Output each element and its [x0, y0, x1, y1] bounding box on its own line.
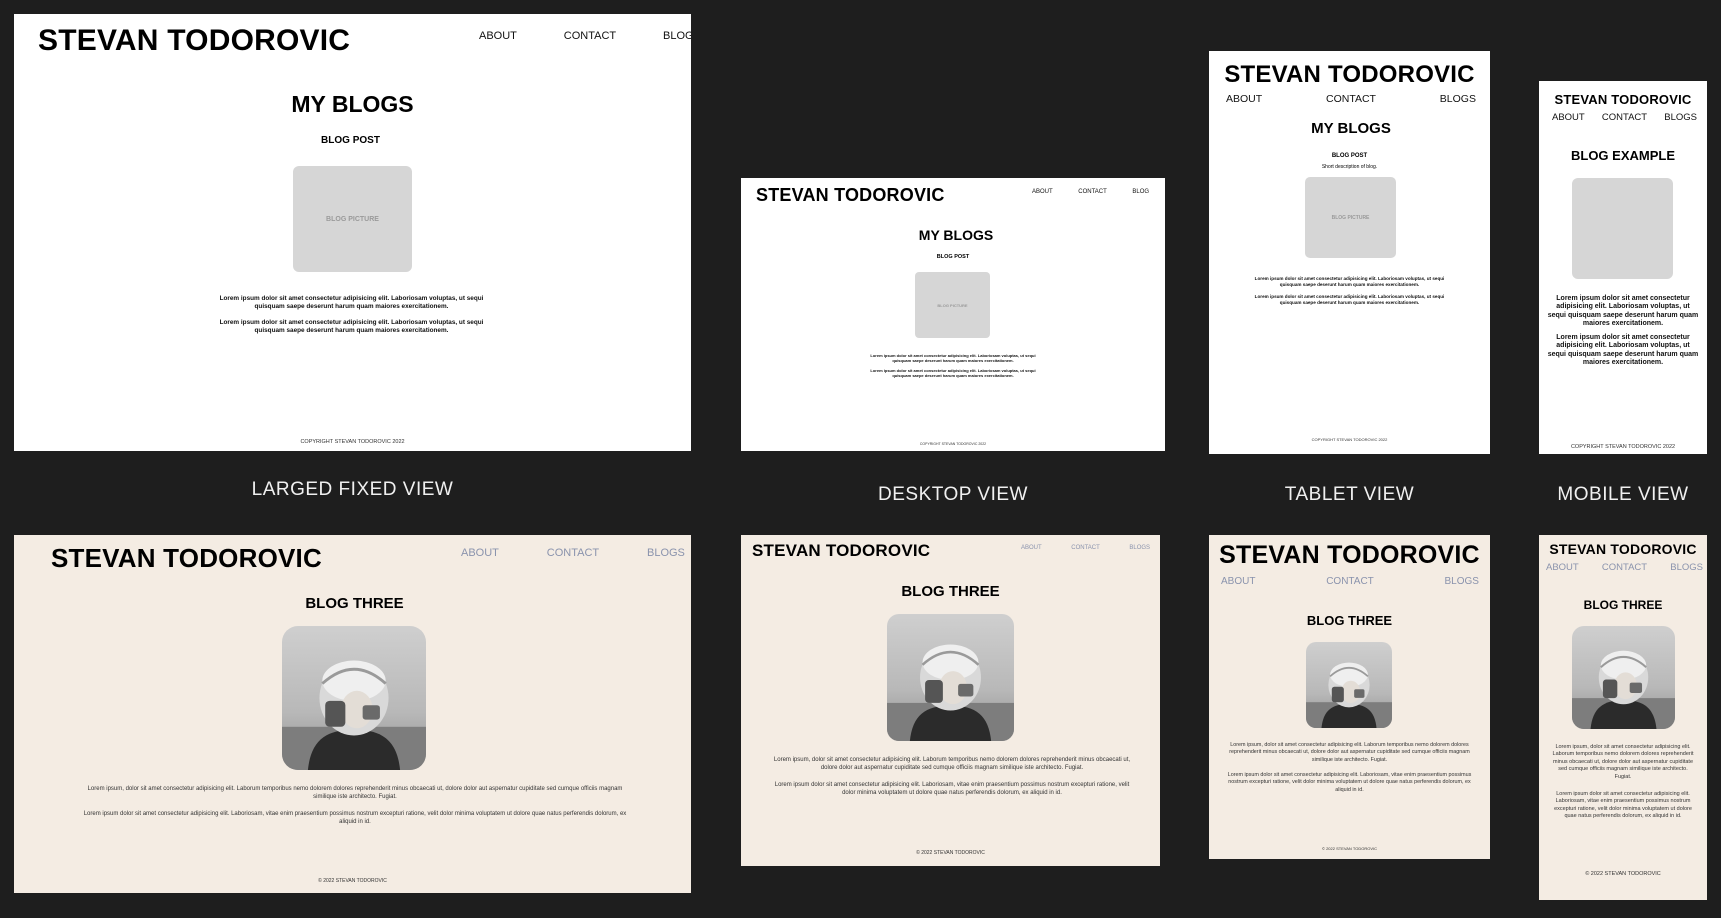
- paragraph-2: Lorem ipsum dolor sit amet consectetur a…: [1254, 294, 1445, 305]
- copyright: COPYRIGHT STEVAN TODOROVIC 2022: [1311, 437, 1388, 442]
- nav-about[interactable]: ABOUT: [1221, 576, 1255, 587]
- nav-blog[interactable]: BLOG: [663, 30, 691, 42]
- nav-about[interactable]: ABOUT: [1546, 562, 1579, 573]
- desktop-final-frame: STEVAN TODOROVIC ABOUT CONTACT BLOGS BLO…: [741, 535, 1160, 866]
- nav-blogs[interactable]: BLOGS: [1129, 545, 1150, 551]
- nav-about[interactable]: ABOUT: [1552, 112, 1585, 123]
- nav-about[interactable]: ABOUT: [479, 30, 517, 42]
- post-label: BLOG POST: [936, 254, 970, 260]
- paragraph-1: Lorem ipsum dolor sit amet consectetur a…: [870, 353, 1036, 363]
- caption-large: LARGED FIXED VIEW: [251, 479, 454, 500]
- mobile-wireframe-frame: STEVAN TODOROVIC ABOUT CONTACT BLOGS BLO…: [1539, 81, 1707, 454]
- nav: ABOUT CONTACT BLOGS: [1552, 112, 1697, 123]
- blog-picture-placeholder: BLOG PICTURE: [293, 166, 412, 272]
- nav-contact[interactable]: CONTACT: [1602, 112, 1647, 123]
- brand-logo[interactable]: STEVAN TODOROVIC: [1539, 92, 1707, 107]
- post-label: BLOG POST: [1331, 153, 1368, 159]
- caption-tablet: TABLET VIEW: [1284, 484, 1415, 505]
- brand-logo[interactable]: STEVAN TODOROVIC: [1209, 541, 1490, 570]
- nav: ABOUT CONTACT BLOGS: [1221, 576, 1479, 587]
- nav-contact[interactable]: CONTACT: [547, 547, 599, 559]
- large-final-frame: STEVAN TODOROVIC ABOUT CONTACT BLOGS BLO…: [14, 535, 691, 893]
- nav: ABOUT CONTACT BLOGS: [1226, 93, 1476, 105]
- paragraph-2: Lorem ipsum dolor sit amet consectetur a…: [870, 368, 1036, 378]
- caption-desktop: DESKTOP VIEW: [878, 484, 1028, 505]
- paragraph-2: Lorem ipsum dolor sit amet consectetur a…: [83, 811, 627, 826]
- paragraph-1: Lorem ipsum, dolor sit amet consectetur …: [1552, 744, 1694, 780]
- paragraph-1: Lorem ipsum, dolor sit amet consectetur …: [1229, 742, 1470, 763]
- desktop-wireframe-frame: STEVAN TODOROVIC ABOUT CONTACT BLOG MY B…: [741, 178, 1165, 451]
- nav-about[interactable]: ABOUT: [1226, 93, 1262, 105]
- nav-blogs[interactable]: BLOGS: [1670, 562, 1703, 573]
- nav-about[interactable]: ABOUT: [1032, 189, 1053, 195]
- brand-logo[interactable]: STEVAN TODOROVIC: [752, 541, 930, 561]
- nav-about[interactable]: ABOUT: [1021, 545, 1042, 551]
- nav-blogs[interactable]: BLOGS: [647, 547, 685, 559]
- page-title: BLOG THREE: [305, 595, 404, 612]
- paragraph-2: Lorem ipsum dolor sit amet consectetur a…: [774, 782, 1130, 797]
- copyright: COPYRIGHT STEVAN TODOROVIC 2022: [300, 439, 405, 445]
- brand-logo[interactable]: STEVAN TODOROVIC: [1539, 541, 1707, 557]
- blog-photo: [1572, 626, 1675, 729]
- brand-logo[interactable]: STEVAN TODOROVIC: [1209, 61, 1490, 89]
- nav: ABOUT CONTACT BLOG: [1032, 189, 1149, 195]
- page-title: BLOG THREE: [901, 583, 1000, 600]
- paragraph-2: Lorem ipsum dolor sit amet consectetur a…: [219, 319, 484, 334]
- paragraph-2: Lorem ipsum dolor sit amet consectetur a…: [1554, 791, 1692, 820]
- brand-logo[interactable]: STEVAN TODOROVIC: [51, 543, 322, 574]
- page-title: BLOG THREE: [1306, 613, 1393, 628]
- page-title: MY BLOGS: [291, 91, 414, 117]
- blog-picture-placeholder: BLOG PICTURE: [915, 272, 990, 338]
- nav-contact[interactable]: CONTACT: [564, 30, 616, 42]
- page-title: MY BLOGS: [918, 227, 994, 243]
- blog-photo: [1306, 642, 1392, 728]
- nav-contact[interactable]: CONTACT: [1078, 189, 1106, 195]
- mobile-final-frame: STEVAN TODOROVIC ABOUT CONTACT BLOGS BLO…: [1539, 535, 1707, 900]
- page-title: MY BLOGS: [1311, 120, 1391, 137]
- large-wireframe-frame: STEVAN TODOROVIC ABOUT CONTACT BLOG MY B…: [14, 14, 691, 451]
- page-title: BLOG EXAMPLE: [1570, 148, 1675, 163]
- copyright: © 2022 STEVAN TODOROVIC: [916, 850, 985, 856]
- nav-blogs[interactable]: BLOGS: [1440, 93, 1476, 105]
- copyright: COPYRIGHT STEVAN TODOROVIC 2022: [1570, 444, 1676, 450]
- nav-contact[interactable]: CONTACT: [1602, 562, 1647, 573]
- paragraph-2: Lorem ipsum dolor sit amet consectetur a…: [1227, 772, 1472, 793]
- nav-about[interactable]: ABOUT: [461, 547, 499, 559]
- nav: ABOUT CONTACT BLOGS: [1021, 545, 1150, 551]
- page-title: BLOG THREE: [1583, 598, 1663, 612]
- paragraph-1: Lorem ipsum dolor sit amet consectetur a…: [219, 295, 484, 310]
- tablet-final-frame: STEVAN TODOROVIC ABOUT CONTACT BLOGS BLO…: [1209, 535, 1490, 859]
- nav-blogs[interactable]: BLOGS: [1664, 112, 1697, 123]
- nav: ABOUT CONTACT BLOGS: [1546, 562, 1703, 573]
- paragraph-1: Lorem ipsum, dolor sit amet consectetur …: [773, 757, 1131, 772]
- copyright: © 2022 STEVAN TODOROVIC: [318, 878, 387, 884]
- nav-contact[interactable]: CONTACT: [1326, 576, 1374, 587]
- blog-photo: [282, 626, 426, 770]
- paragraph-1: Lorem ipsum dolor sit amet consectetur a…: [1254, 276, 1445, 287]
- paragraph-1: Lorem ipsum dolor sit amet consectetur a…: [1547, 295, 1699, 328]
- brand-logo[interactable]: STEVAN TODOROVIC: [38, 24, 350, 58]
- nav-contact[interactable]: CONTACT: [1326, 93, 1376, 105]
- caption-mobile: MOBILE VIEW: [1557, 484, 1689, 505]
- nav-blog[interactable]: BLOG: [1132, 189, 1149, 195]
- copyright: © 2022 STEVAN TODOROVIC: [1322, 846, 1377, 851]
- paragraph-1: Lorem ipsum, dolor sit amet consectetur …: [87, 786, 623, 801]
- paragraph-2: Lorem ipsum dolor sit amet consectetur a…: [1547, 334, 1699, 367]
- tablet-wireframe-frame: STEVAN TODOROVIC ABOUT CONTACT BLOGS MY …: [1209, 51, 1490, 454]
- nav: ABOUT CONTACT BLOG: [479, 30, 691, 42]
- short-description: Short description of blog.: [1321, 164, 1378, 170]
- copyright: COPYRIGHT STEVAN TODOROVIC 2022: [919, 442, 987, 446]
- nav-contact[interactable]: CONTACT: [1071, 545, 1099, 551]
- nav-blogs[interactable]: BLOGS: [1445, 576, 1479, 587]
- brand-logo[interactable]: STEVAN TODOROVIC: [756, 185, 945, 206]
- blog-picture-placeholder: BLOG PICTURE: [1305, 177, 1396, 258]
- post-label: BLOG POST: [321, 135, 380, 146]
- copyright: © 2022 STEVAN TODOROVIC: [1585, 871, 1661, 877]
- blog-photo: [887, 614, 1014, 741]
- nav: ABOUT CONTACT BLOGS: [461, 547, 685, 559]
- blog-picture-placeholder: [1572, 178, 1673, 279]
